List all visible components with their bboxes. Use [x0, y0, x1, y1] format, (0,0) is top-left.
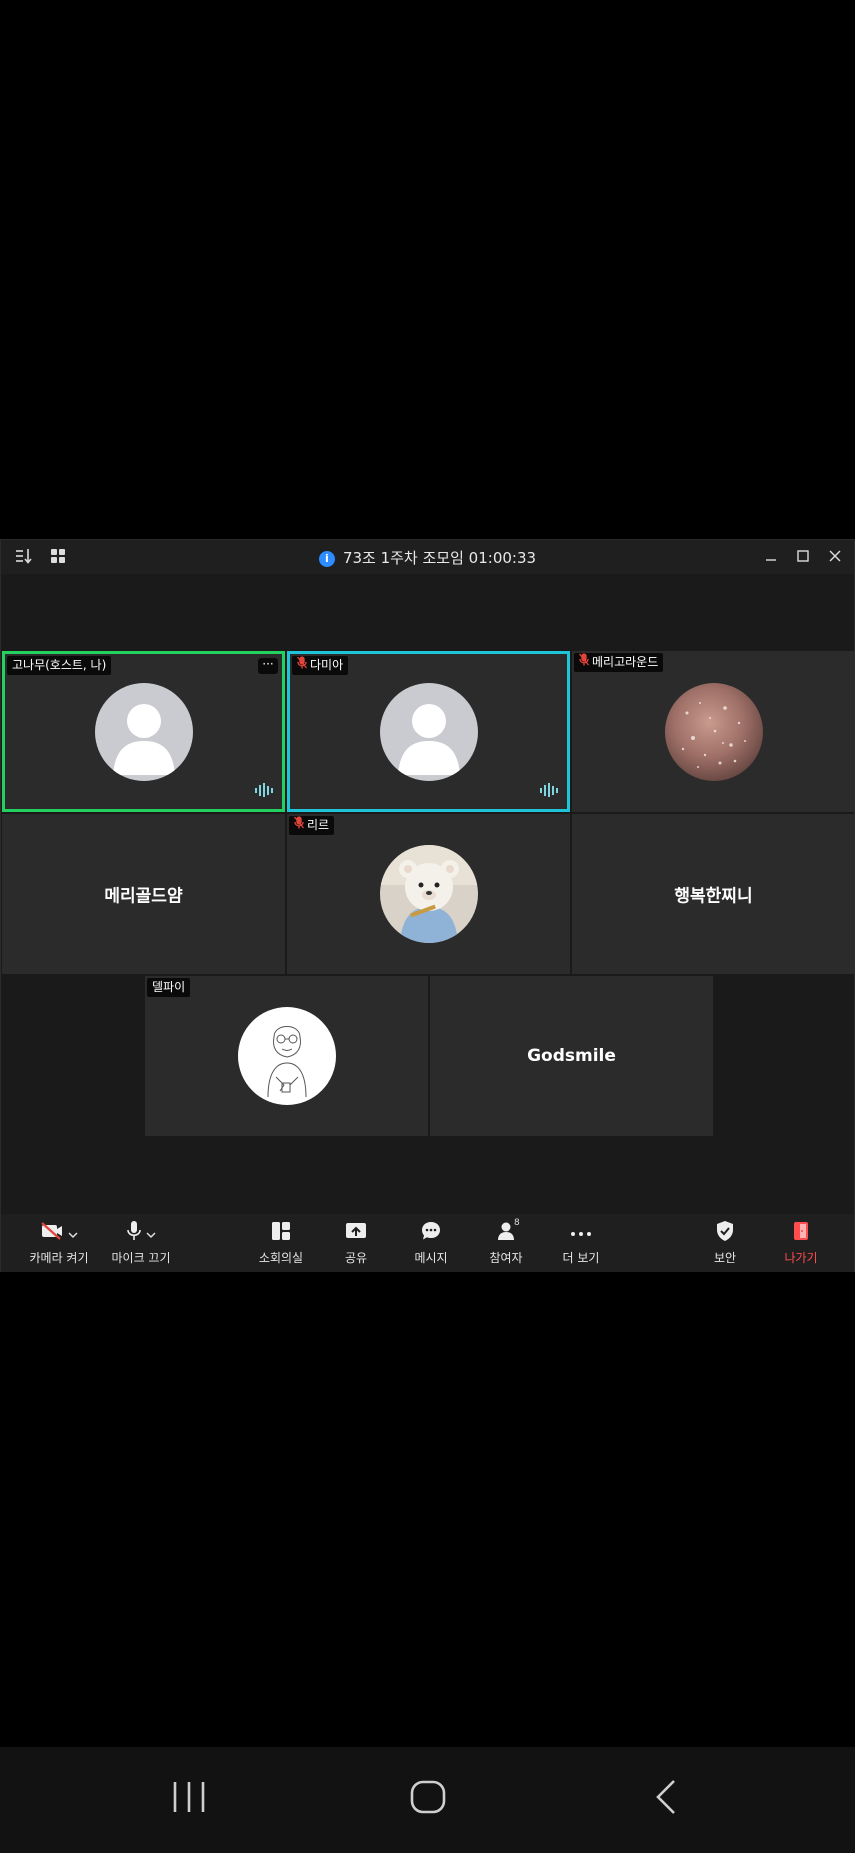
- microphone-icon: [126, 1220, 142, 1246]
- window-controls: [762, 546, 844, 566]
- participant-display-name: 메리골드얌: [104, 886, 183, 907]
- more-dots-icon: [570, 1224, 592, 1243]
- android-navigation-bar: [0, 1747, 855, 1853]
- meeting-title-text: 73조 1주차 조모임 01:00:33: [342, 549, 537, 567]
- participants-count-badge: 8: [514, 1218, 520, 1228]
- meeting-toolbar: 카메라 켜기 마이크 끄기 소회의실 공유 메시지 8 참여자 더 보기 보안 …: [1, 1214, 854, 1272]
- home-icon[interactable]: [408, 1777, 448, 1821]
- participant-name: 다미아: [310, 658, 344, 672]
- share-screen-icon: [344, 1220, 368, 1246]
- camera-button[interactable]: 카메라 켜기: [23, 1220, 95, 1266]
- security-label: 보안: [713, 1251, 737, 1265]
- zoom-meeting-window: i 73조 1주차 조모임 01:00:33 고나무(호스트, 나) ··· 다미…: [0, 539, 855, 1272]
- participant-display-name: Godsmile: [527, 1046, 616, 1066]
- mic-muted-icon: [293, 816, 305, 835]
- participant-label: 고나무(호스트, 나): [7, 656, 112, 675]
- chevron-up-icon[interactable]: [68, 1224, 78, 1243]
- share-button[interactable]: 공유: [326, 1220, 386, 1266]
- chevron-up-icon[interactable]: [146, 1224, 156, 1243]
- audio-level-icon: [539, 782, 559, 801]
- shield-icon: [715, 1220, 735, 1246]
- participant-tile-marigold[interactable]: 메리골드얌: [2, 814, 285, 974]
- participant-name: 고나무(호스트, 나): [12, 658, 107, 672]
- mic-label: 마이크 끄기: [111, 1251, 171, 1265]
- info-icon[interactable]: i: [318, 551, 335, 567]
- participant-tile-host[interactable]: 고나무(호스트, 나) ···: [2, 651, 285, 812]
- back-icon[interactable]: [652, 1777, 682, 1821]
- more-button[interactable]: 더 보기: [551, 1220, 611, 1266]
- gallery-stage: 고나무(호스트, 나) ··· 다미아 메리고라운드 메리골드얌 리르 행복한찌…: [1, 574, 855, 1214]
- chat-button[interactable]: 메시지: [401, 1220, 461, 1266]
- camera-label: 카메라 켜기: [29, 1251, 89, 1265]
- mic-button[interactable]: 마이크 끄기: [105, 1220, 177, 1266]
- security-button[interactable]: 보안: [695, 1220, 755, 1266]
- leave-door-icon: [791, 1220, 811, 1246]
- profile-sketch: [237, 1007, 336, 1105]
- share-label: 공유: [344, 1251, 368, 1265]
- mic-muted-icon: [296, 656, 308, 675]
- leave-button[interactable]: 나가기: [771, 1220, 831, 1266]
- participant-tile-happyjjini[interactable]: 행복한찌니: [572, 814, 855, 974]
- maximize-icon[interactable]: [794, 546, 812, 566]
- minimize-icon[interactable]: [762, 546, 780, 566]
- participant-label: 델파이: [147, 978, 191, 997]
- close-icon[interactable]: [826, 546, 844, 566]
- breakout-rooms-button[interactable]: 소회의실: [251, 1220, 311, 1266]
- audio-level-icon: [254, 782, 274, 801]
- title-bar: i 73조 1주차 조모임 01:00:33: [1, 540, 854, 574]
- breakout-label: 소회의실: [258, 1251, 304, 1265]
- more-options-button[interactable]: ···: [258, 658, 278, 674]
- chat-label: 메시지: [414, 1251, 448, 1265]
- participant-label: 다미아: [292, 656, 349, 675]
- participant-name: 델파이: [152, 980, 186, 994]
- participant-tile-delphi[interactable]: 델파이: [145, 976, 428, 1136]
- default-avatar: [94, 682, 193, 781]
- participant-name: 메리고라운드: [592, 655, 659, 669]
- participant-label: 메리고라운드: [574, 653, 664, 672]
- recent-apps-icon[interactable]: [170, 1777, 208, 1821]
- participants-label: 참여자: [489, 1251, 523, 1265]
- participant-tile-godsmile[interactable]: Godsmile: [430, 976, 713, 1136]
- breakout-rooms-icon: [270, 1220, 292, 1246]
- participant-tile-merrygoround[interactable]: 메리고라운드: [572, 651, 855, 812]
- leave-label: 나가기: [784, 1251, 818, 1265]
- participant-name: 리르: [307, 818, 330, 832]
- participant-display-name: 행복한찌니: [674, 886, 753, 907]
- chat-bubble-icon: [420, 1220, 442, 1246]
- participants-button[interactable]: 8 참여자: [476, 1218, 536, 1266]
- profile-photo-bear: [379, 845, 478, 943]
- more-label: 더 보기: [562, 1251, 600, 1265]
- participant-label: 리르: [289, 816, 335, 835]
- profile-photo-glitter: [664, 682, 763, 781]
- camera-off-icon: [40, 1221, 64, 1245]
- default-avatar: [379, 682, 478, 781]
- mic-muted-icon: [578, 653, 590, 672]
- meeting-title: i 73조 1주차 조모임 01:00:33: [1, 547, 854, 568]
- participant-tile-damia[interactable]: 다미아: [287, 651, 570, 812]
- participant-tile-rireu[interactable]: 리르: [287, 814, 570, 974]
